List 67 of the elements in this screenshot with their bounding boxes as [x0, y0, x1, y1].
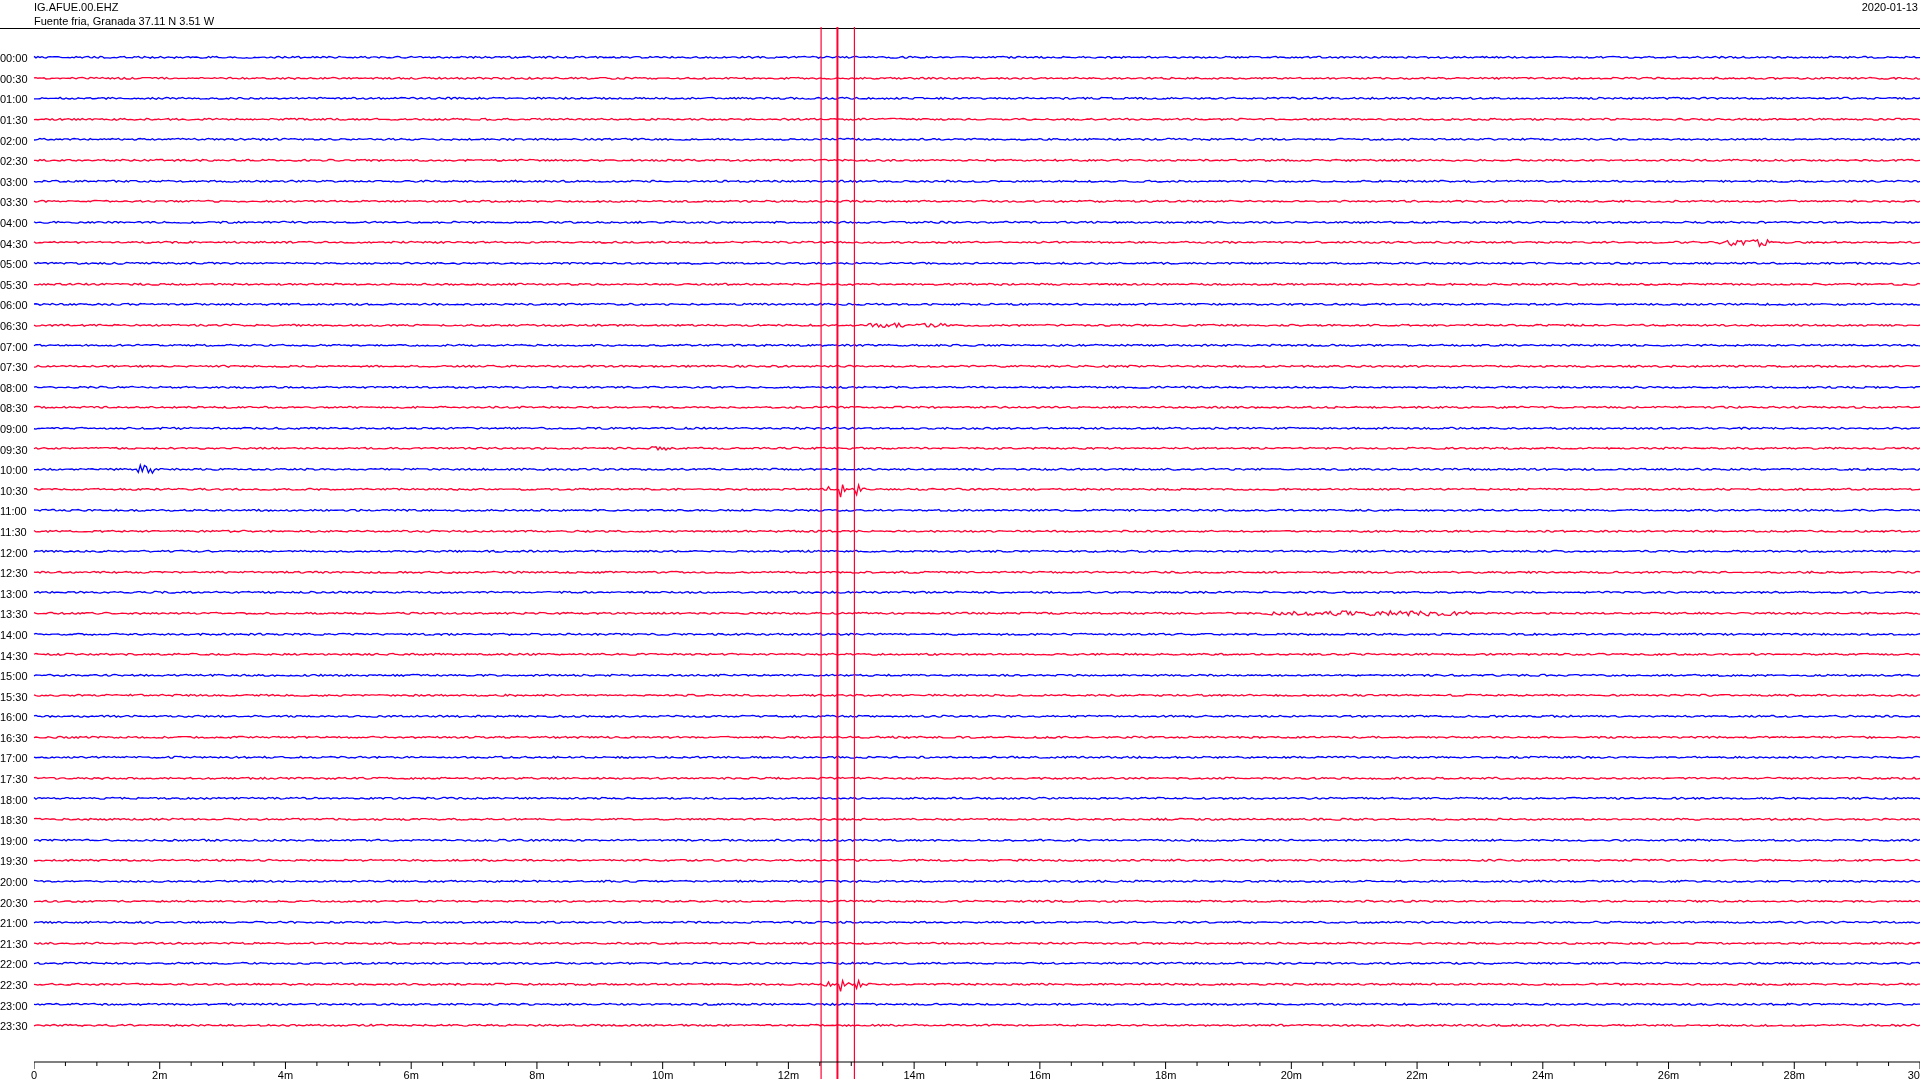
hour-label: 10:00: [0, 464, 29, 477]
hour-label: 11:00: [0, 505, 28, 518]
hour-label: 22:00: [0, 958, 29, 971]
hour-label: 15:30: [0, 690, 29, 703]
hour-label: 22:30: [0, 979, 29, 991]
hour-label: 02:30: [0, 155, 29, 168]
hour-label: 09:00: [0, 423, 29, 435]
axis-label: 12m: [777, 1069, 800, 1080]
hour-label: 23:00: [0, 999, 29, 1012]
hour-label: 04:30: [0, 237, 29, 250]
hour-label: 01:00: [0, 93, 29, 106]
hour-label: 21:30: [0, 937, 29, 950]
axis-label: 24m: [1532, 1069, 1554, 1080]
hour-label: 15:00: [0, 670, 29, 683]
axis-label: 26m: [1657, 1069, 1680, 1080]
hour-label: 12:00: [0, 546, 29, 559]
hour-label: 17:00: [0, 752, 29, 765]
hour-label: 23:30: [0, 1020, 29, 1033]
hour-label: 10:30: [0, 484, 29, 497]
hour-label: 04:00: [0, 217, 29, 230]
hour-label: 18:30: [0, 814, 29, 827]
record-date: 2020-01-13: [1861, 0, 1918, 15]
hour-label: 20:00: [0, 876, 29, 889]
hour-label: 20:30: [0, 896, 29, 909]
axis-label: 30: [1907, 1069, 1920, 1080]
hour-label: 00:00: [0, 52, 29, 65]
hour-label: 09:30: [0, 443, 29, 456]
hour-label: 01:30: [0, 114, 29, 127]
hour-label: 17:30: [0, 773, 29, 786]
axis-label: 16m: [1029, 1069, 1051, 1080]
station-code: IG.AFUE.00.EHZ: [34, 0, 120, 14]
axis-label: 0: [30, 1069, 38, 1080]
hour-label: 06:00: [0, 299, 29, 312]
hour-label: 08:30: [0, 402, 29, 415]
hour-label: 11:30: [0, 525, 28, 538]
axis-label: 4m: [277, 1069, 294, 1080]
axis-label: 20m: [1280, 1069, 1303, 1080]
axis-label: 22m: [1406, 1069, 1428, 1080]
station-location: Fuente fria, Granada 37.11 N 3.51 W: [34, 14, 215, 28]
hour-label: 16:00: [0, 711, 29, 724]
hour-label: 13:00: [0, 587, 29, 600]
hour-label: 05:30: [0, 278, 29, 291]
hour-label: 08:00: [0, 381, 29, 394]
hour-label: 03:00: [0, 175, 29, 188]
axis-label: 28m: [1783, 1069, 1805, 1080]
axis-label: 2m: [152, 1069, 168, 1080]
hour-label: 19:30: [0, 855, 29, 868]
axis-label: 8m: [529, 1069, 545, 1080]
hour-label: 14:00: [0, 628, 29, 641]
hour-label: 07:30: [0, 361, 29, 374]
axis-label: 6m: [403, 1069, 419, 1080]
hour-label: 02:00: [0, 134, 29, 147]
hour-label: 13:30: [0, 608, 29, 621]
axis-label: 14m: [903, 1069, 925, 1080]
hour-label: 03:30: [0, 196, 29, 209]
hour-label: 06:30: [0, 320, 29, 332]
hour-label: 07:00: [0, 340, 29, 353]
hour-label: 18:00: [0, 793, 29, 806]
hour-label: 21:00: [0, 917, 29, 930]
hour-label: 05:00: [0, 258, 29, 271]
hour-label: 14:30: [0, 649, 29, 662]
hour-label: 19:00: [0, 834, 29, 847]
hour-label: 00:30: [0, 72, 29, 85]
hour-label: 16:30: [0, 731, 29, 744]
axis-label: 18m: [1154, 1069, 1177, 1080]
axis-label: 10m: [651, 1069, 674, 1080]
hour-label: 12:30: [0, 567, 29, 580]
